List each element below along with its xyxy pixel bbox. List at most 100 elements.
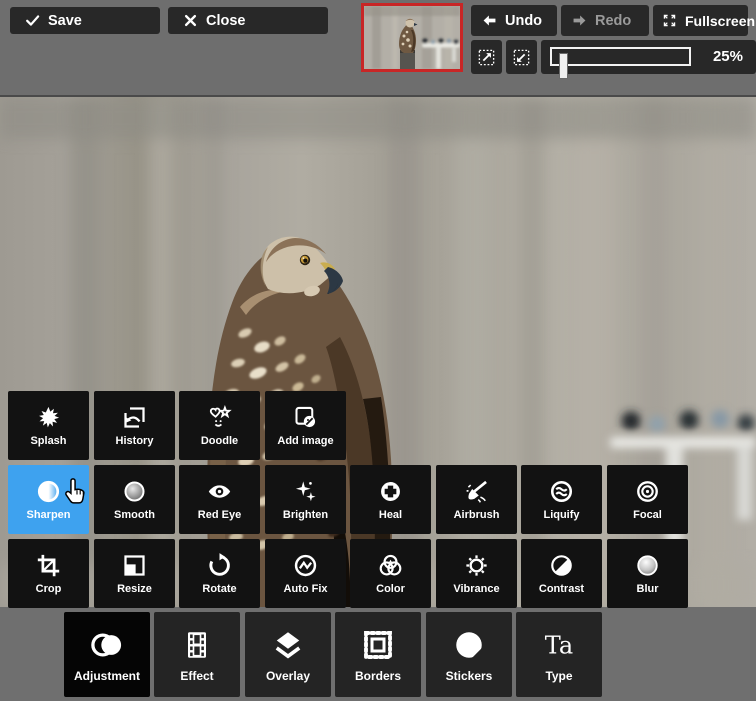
tool-label: Focal (633, 509, 662, 521)
tool-label: Brighten (282, 509, 329, 521)
stickers-icon (451, 627, 487, 663)
tool-focal[interactable]: Focal (607, 465, 688, 534)
focal-icon (634, 478, 661, 505)
zoom-shrink-icon (512, 48, 531, 67)
tool-label: Vibrance (453, 583, 500, 595)
category-stickers[interactable]: Stickers (426, 612, 512, 697)
tool-label: Doodle (200, 435, 239, 447)
svg-text:Ta: Ta (545, 631, 573, 659)
zoom-slider-handle[interactable] (559, 53, 568, 79)
zoom-percent-value: 25% (712, 48, 743, 65)
tool-red-eye[interactable]: Red Eye (179, 465, 260, 534)
brighten-icon (292, 478, 319, 505)
color-icon (377, 552, 404, 579)
resize-icon (121, 552, 148, 579)
auto-fix-icon (292, 552, 319, 579)
splash-icon (35, 404, 62, 431)
tool-smooth[interactable]: Smooth (94, 465, 175, 534)
tool-history[interactable]: History (94, 391, 175, 460)
zoom-shrink-button[interactable] (506, 40, 537, 74)
tool-label: Auto Fix (283, 583, 328, 595)
overlay-icon (270, 627, 306, 663)
red-eye-icon (206, 478, 233, 505)
smooth-icon (121, 478, 148, 505)
liquify-icon (548, 478, 575, 505)
tool-label: Sharpen (26, 509, 71, 521)
category-label: Stickers (445, 668, 493, 683)
save-label: Save (48, 12, 82, 29)
undo-label: Undo (505, 12, 543, 29)
zoom-enlarge-icon (477, 48, 496, 67)
tool-blur[interactable]: Blur (607, 539, 688, 608)
close-button[interactable]: Close (168, 7, 328, 34)
rotate-icon (206, 552, 233, 579)
redo-arrow-icon (572, 13, 587, 28)
category-label: Borders (354, 668, 401, 683)
fullscreen-label: Fullscreen (685, 12, 756, 29)
category-borders[interactable]: Borders (335, 612, 421, 697)
undo-arrow-icon (482, 13, 497, 28)
tool-brighten[interactable]: Brighten (265, 465, 346, 534)
category-type[interactable]: Ta Type (516, 612, 602, 697)
zoom-enlarge-button[interactable] (471, 40, 502, 74)
tool-label: Blur (636, 583, 659, 595)
category-overlay[interactable]: Overlay (245, 612, 331, 697)
tool-sharpen[interactable]: Sharpen (8, 465, 89, 534)
tool-splash[interactable]: Splash (8, 391, 89, 460)
category-label: Adjustment (74, 668, 140, 683)
sharpen-icon (35, 478, 62, 505)
blur-icon (634, 552, 661, 579)
tool-label: Smooth (114, 509, 155, 521)
tool-label: History (115, 435, 154, 447)
close-label: Close (206, 12, 246, 29)
contrast-icon (548, 552, 575, 579)
undo-button[interactable]: Undo (471, 5, 557, 36)
effect-icon (179, 627, 215, 663)
thumbnail-image (364, 6, 460, 69)
save-button[interactable]: Save (10, 7, 160, 34)
tool-label: Crop (35, 583, 62, 595)
category-adjustment[interactable]: Adjustment (64, 612, 150, 697)
tool-label: Add image (277, 435, 334, 447)
tool-resize[interactable]: Resize (94, 539, 175, 608)
type-icon: Ta (541, 627, 577, 663)
vibrance-icon (463, 552, 490, 579)
navigator-thumbnail[interactable] (361, 3, 463, 72)
tool-liquify[interactable]: Liquify (521, 465, 602, 534)
doodle-icon (206, 404, 233, 431)
tool-label: Heal (378, 509, 403, 521)
crop-icon (35, 552, 62, 579)
tool-color[interactable]: Color (350, 539, 431, 608)
tool-doodle[interactable]: Doodle (179, 391, 260, 460)
redo-label: Redo (595, 12, 632, 29)
zoom-slider-track[interactable] (550, 47, 691, 79)
airbrush-icon (463, 478, 490, 505)
heal-icon (377, 478, 404, 505)
tool-crop[interactable]: Crop (8, 539, 89, 608)
tool-label: Splash (30, 435, 67, 447)
category-label: Type (545, 668, 573, 683)
tool-add-image[interactable]: Add image (265, 391, 346, 460)
close-x-icon (183, 13, 198, 28)
tool-label: Red Eye (197, 509, 242, 521)
add-image-icon (292, 404, 319, 431)
category-label: Effect (180, 668, 214, 683)
tool-contrast[interactable]: Contrast (521, 539, 602, 608)
tool-label: Rotate (202, 583, 237, 595)
tool-label: Color (376, 583, 405, 595)
redo-button[interactable]: Redo (561, 5, 649, 36)
fullscreen-icon (662, 13, 677, 28)
fullscreen-button[interactable]: Fullscreen (653, 5, 755, 36)
tool-rotate[interactable]: Rotate (179, 539, 260, 608)
tool-label: Resize (117, 583, 152, 595)
adjustment-icon (89, 627, 125, 663)
category-effect[interactable]: Effect (154, 612, 240, 697)
tool-airbrush[interactable]: Airbrush (436, 465, 517, 534)
category-label: Overlay (265, 668, 311, 683)
tool-label: Contrast (538, 583, 585, 595)
tool-auto-fix[interactable]: Auto Fix (265, 539, 346, 608)
borders-icon (360, 627, 396, 663)
history-icon (121, 404, 148, 431)
tool-heal[interactable]: Heal (350, 465, 431, 534)
tool-vibrance[interactable]: Vibrance (436, 539, 517, 608)
